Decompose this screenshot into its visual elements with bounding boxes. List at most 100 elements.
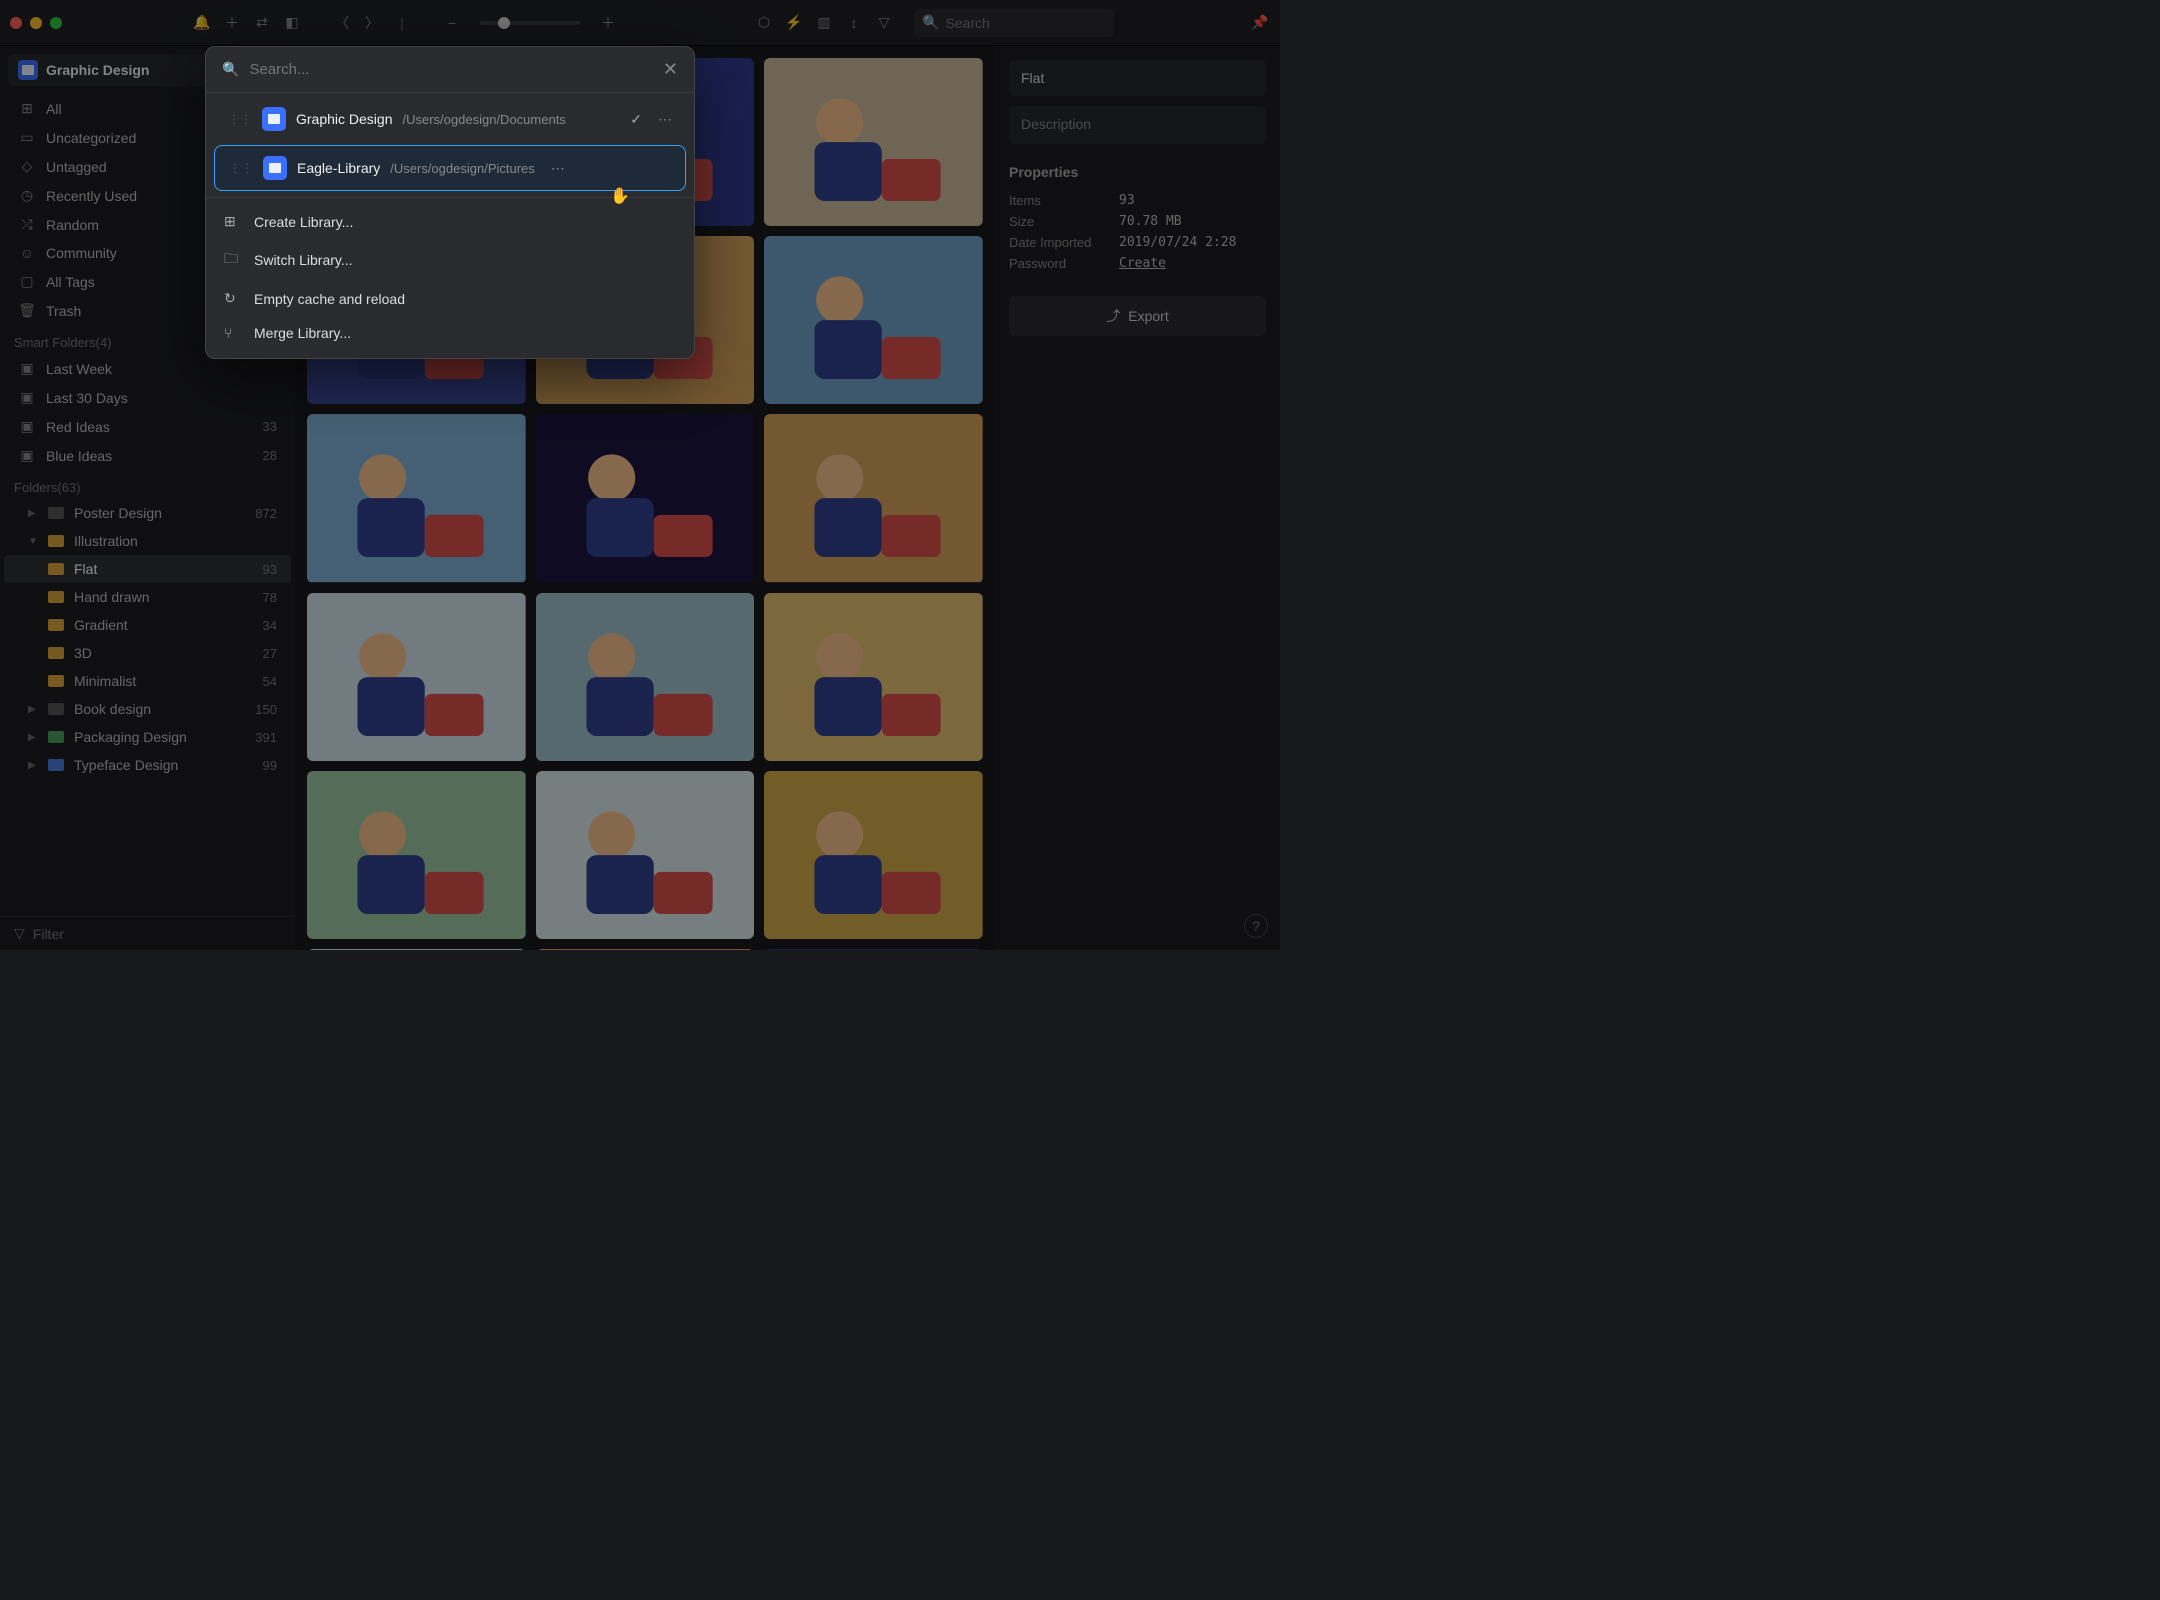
item-icon: ⊞	[18, 100, 36, 117]
sort-icon[interactable]: ↕	[844, 13, 864, 33]
action-icon: ⊞	[224, 213, 242, 230]
folder-book-design[interactable]: ▶Book design150	[4, 695, 291, 723]
property-label: Password	[1009, 256, 1119, 271]
forward-icon[interactable]: 〉	[362, 13, 382, 33]
close-icon[interactable]: ✕	[663, 59, 678, 80]
property-row: Size70.78 MB	[1009, 211, 1266, 232]
thumbnail[interactable]	[536, 593, 755, 761]
swap-icon[interactable]: ⇄	[252, 13, 272, 33]
thumbnail[interactable]	[307, 949, 526, 950]
folder-icon	[48, 619, 64, 631]
property-row: Date Imported2019/07/24 2:28	[1009, 232, 1266, 253]
zoom-in-icon[interactable]: ＋	[598, 13, 618, 33]
disclosure-icon[interactable]: ▶	[28, 704, 38, 715]
folder-icon	[48, 731, 64, 743]
extension-icon[interactable]: ⬡	[754, 13, 774, 33]
library-icon	[262, 107, 286, 131]
smart-folder-red-ideas[interactable]: ▣Red Ideas33	[4, 412, 291, 441]
action-icon: 🗀	[224, 248, 242, 272]
folder-hand-drawn[interactable]: Hand drawn78	[4, 583, 291, 611]
item-icon: ▭	[18, 129, 36, 146]
property-row: PasswordCreate	[1009, 253, 1266, 274]
folder-icon	[48, 507, 64, 519]
thumbnail[interactable]	[764, 949, 983, 950]
minimize-window[interactable]	[30, 17, 42, 29]
folder-minimalist[interactable]: Minimalist54	[4, 667, 291, 695]
layout-icon[interactable]: ▥	[814, 13, 834, 33]
disclosure-icon[interactable]: ▶	[28, 508, 38, 519]
folder-packaging-design[interactable]: ▶Packaging Design391	[4, 723, 291, 751]
action-label: Merge Library...	[254, 325, 351, 341]
folder-gradient[interactable]: Gradient34	[4, 611, 291, 639]
more-icon[interactable]: ⋯	[658, 111, 672, 128]
folder-icon	[48, 535, 64, 547]
thumbnail[interactable]	[764, 236, 983, 404]
disclosure-icon[interactable]: ▶	[28, 760, 38, 771]
thumbnail[interactable]	[307, 593, 526, 761]
library-icon	[18, 60, 38, 80]
drag-handle-icon[interactable]: ⋮⋮	[228, 112, 252, 126]
sidebar-toggle-icon[interactable]: ◧	[282, 13, 302, 33]
folder-icon	[48, 675, 64, 687]
folder-illustration[interactable]: ▼Illustration	[4, 527, 291, 555]
bolt-icon[interactable]: ⚡	[784, 13, 804, 33]
popover-action-merge-library-[interactable]: ⑂Merge Library...	[206, 316, 694, 350]
folder-typeface-design[interactable]: ▶Typeface Design99	[4, 751, 291, 779]
sidebar-filter[interactable]: ▽ Filter	[0, 916, 295, 950]
export-button[interactable]: ⤴ Export	[1009, 296, 1266, 336]
zoom-out-icon[interactable]: −	[442, 13, 462, 33]
smart-folder-last-30-days[interactable]: ▣Last 30 Days	[4, 383, 291, 412]
plus-icon[interactable]: ＋	[222, 13, 242, 33]
thumbnail[interactable]	[307, 771, 526, 939]
thumbnail[interactable]	[764, 414, 983, 582]
inspector-title[interactable]: Flat	[1009, 60, 1266, 96]
bell-icon[interactable]: 🔔	[192, 13, 212, 33]
thumbnail[interactable]	[536, 949, 755, 950]
folder-3d[interactable]: 3D27	[4, 639, 291, 667]
thumbnail-size-slider[interactable]	[480, 21, 580, 25]
thumbnail[interactable]	[764, 593, 983, 761]
filter-icon[interactable]: ▽	[874, 13, 894, 33]
folder-poster-design[interactable]: ▶Poster Design872	[4, 499, 291, 527]
item-icon: ⤮	[18, 216, 36, 233]
thumbnail[interactable]	[536, 771, 755, 939]
popover-action-create-library-[interactable]: ⊞Create Library...	[206, 204, 694, 239]
property-value: 93	[1119, 193, 1135, 208]
disclosure-icon[interactable]: ▼	[28, 536, 38, 547]
folder-flat[interactable]: Flat93	[4, 555, 291, 583]
property-label: Date Imported	[1009, 235, 1119, 250]
export-icon: ⤴	[1106, 306, 1120, 326]
search-icon: 🔍	[922, 14, 939, 31]
pin-icon[interactable]: 📌	[1250, 13, 1270, 33]
close-window[interactable]	[10, 17, 22, 29]
popover-action-switch-library-[interactable]: 🗀Switch Library...	[206, 239, 694, 281]
drag-handle-icon[interactable]: ⋮⋮	[229, 161, 253, 175]
smart-folder-icon: ▣	[18, 447, 36, 464]
inspector-description[interactable]: Description	[1009, 106, 1266, 144]
smart-folder-blue-ideas[interactable]: ▣Blue Ideas28	[4, 441, 291, 470]
thumbnail[interactable]	[536, 414, 755, 582]
library-row-graphic-design[interactable]: ⋮⋮ Graphic Design /Users/ogdesign/Docume…	[214, 97, 686, 141]
thumbnail[interactable]	[764, 58, 983, 226]
back-icon[interactable]: 〈	[332, 13, 352, 33]
divider-icon: |	[392, 13, 412, 33]
maximize-window[interactable]	[50, 17, 62, 29]
library-row-eagle-library[interactable]: ⋮⋮ Eagle-Library /Users/ogdesign/Picture…	[214, 145, 686, 191]
property-label: Size	[1009, 214, 1119, 229]
thumbnail[interactable]	[307, 414, 526, 582]
help-button[interactable]: ?	[1244, 914, 1268, 938]
item-icon: ◇	[18, 158, 36, 175]
action-icon: ↻	[224, 290, 242, 307]
property-value[interactable]: Create	[1119, 256, 1166, 271]
folder-icon	[48, 759, 64, 771]
more-icon[interactable]: ⋯	[551, 160, 565, 177]
global-search[interactable]: 🔍 Search	[914, 9, 1114, 37]
smart-folder-icon: ▣	[18, 418, 36, 435]
library-search-input[interactable]	[249, 61, 652, 78]
top-toolbar: 🔔 ＋ ⇄ ◧ 〈 〉 | − ＋ ⬡ ⚡ ▥ ↕ ▽ 🔍 Search 📌	[0, 0, 1280, 46]
inspector-panel: Flat Description Properties Items93Size7…	[995, 46, 1280, 950]
thumbnail[interactable]	[764, 771, 983, 939]
folder-icon	[48, 703, 64, 715]
popover-action-empty-cache-and-reload[interactable]: ↻Empty cache and reload	[206, 281, 694, 316]
disclosure-icon[interactable]: ▶	[28, 732, 38, 743]
